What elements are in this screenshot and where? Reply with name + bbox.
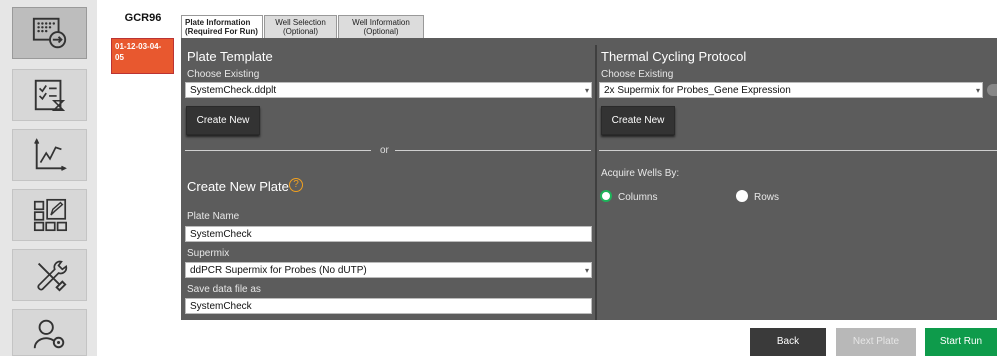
supermix-select[interactable]: ddPCR Supermix for Probes (No dUTP) ▾ [185,262,592,278]
user-settings-icon [33,319,64,348]
columns-label: Columns [618,192,658,203]
line-chart-icon [33,138,67,171]
plate-template-value: SystemCheck.ddplt [190,85,277,96]
columns-radio[interactable] [600,190,612,202]
or-label: or [380,145,389,156]
wrench-screwdriver-icon [36,260,67,292]
chevron-down-icon: ▾ [584,266,589,275]
nav-plate-setup-button[interactable] [12,7,87,59]
plate-template-title: Plate Template [187,49,273,64]
save-file-input[interactable]: SystemCheck [185,298,592,314]
tab-label-line1: Plate Information [185,18,251,27]
tab-plate-information[interactable]: Plate Information (Required For Run) [181,15,263,39]
acquire-wells-label: Acquire Wells By: [601,168,680,179]
thermal-protocol-title: Thermal Cycling Protocol [601,49,747,64]
tab-label-line2: (Optional) [363,27,399,36]
tab-label-line1: Well Information [352,18,410,27]
or-divider-right [395,150,591,151]
save-file-label: Save data file as [187,284,261,295]
protocol-value: 2x Supermix for Probes_Gene Expression [604,85,791,96]
plate-name-input[interactable]: SystemCheck [185,226,592,242]
checklist-hourglass-icon [34,79,65,111]
plate-run-icon [32,17,66,49]
info-icon[interactable] [987,84,997,96]
start-run-button[interactable]: Start Run [925,328,997,356]
create-new-plate-title: Create New Plate [187,179,289,194]
grid-edit-icon [33,198,67,232]
chevron-down-icon: ▾ [584,86,589,95]
tab-label-line2: (Required For Run) [185,27,258,36]
nav-tools-button[interactable] [12,249,87,301]
plate-name-label: Plate Name [187,211,240,222]
panel-divider [595,45,597,320]
plate-name: GCR96 [124,12,162,24]
rows-label: Rows [754,192,780,203]
supermix-label: Supermix [187,248,230,259]
plate-template-select[interactable]: SystemCheck.ddplt ▾ [185,82,592,98]
left-nav [0,0,97,356]
create-new-template-button[interactable]: Create New [186,106,260,135]
or-divider-left [185,150,371,151]
plate-badge[interactable]: 01-12-03-04-05 [111,38,174,74]
nav-analysis-button[interactable] [12,129,87,181]
protocol-choose-label: Choose Existing [601,69,674,80]
nav-layout-button[interactable] [12,189,87,241]
chevron-down-icon: ▾ [975,86,980,95]
protocol-select[interactable]: 2x Supermix for Probes_Gene Expression ▾ [599,82,983,98]
right-divider [599,150,997,151]
rows-radio[interactable] [736,190,748,202]
back-button[interactable]: Back [750,328,826,356]
choose-existing-label: Choose Existing [187,69,260,80]
supermix-value: ddPCR Supermix for Probes (No dUTP) [190,265,367,276]
nav-checklist-button[interactable] [12,69,87,121]
tab-label-line2: (Optional) [282,27,319,36]
tab-label-line1: Well Selection [275,18,326,27]
help-icon[interactable]: ? [289,178,303,192]
nav-user-settings-button[interactable] [12,309,87,356]
tab-well-selection[interactable]: Well Selection (Optional) [264,15,337,39]
tab-well-information[interactable]: Well Information (Optional) [338,15,424,39]
next-plate-button[interactable]: Next Plate [836,328,916,356]
create-new-protocol-button[interactable]: Create New [601,106,675,135]
